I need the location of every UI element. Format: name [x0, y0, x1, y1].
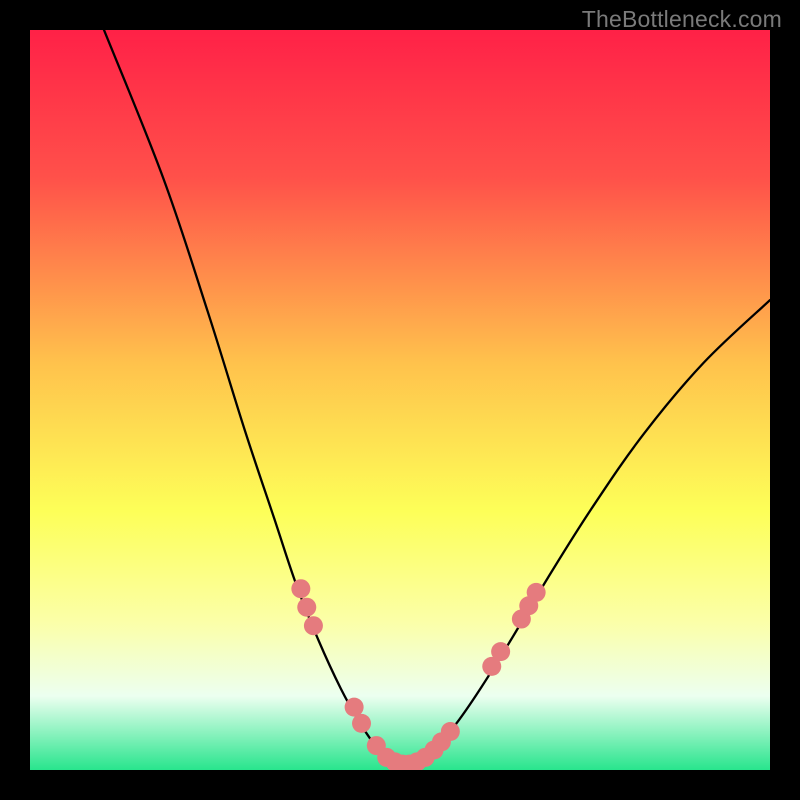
marker-point — [291, 579, 310, 598]
marker-point — [297, 598, 316, 617]
marker-point — [527, 583, 546, 602]
gradient-background — [30, 30, 770, 770]
watermark-text: TheBottleneck.com — [582, 6, 782, 33]
marker-point — [352, 714, 371, 733]
chart-svg — [30, 30, 770, 770]
marker-point — [345, 698, 364, 717]
chart-frame: TheBottleneck.com — [0, 0, 800, 800]
marker-point — [491, 642, 510, 661]
marker-point — [304, 616, 323, 635]
plot-area — [30, 30, 770, 770]
marker-point — [441, 722, 460, 741]
